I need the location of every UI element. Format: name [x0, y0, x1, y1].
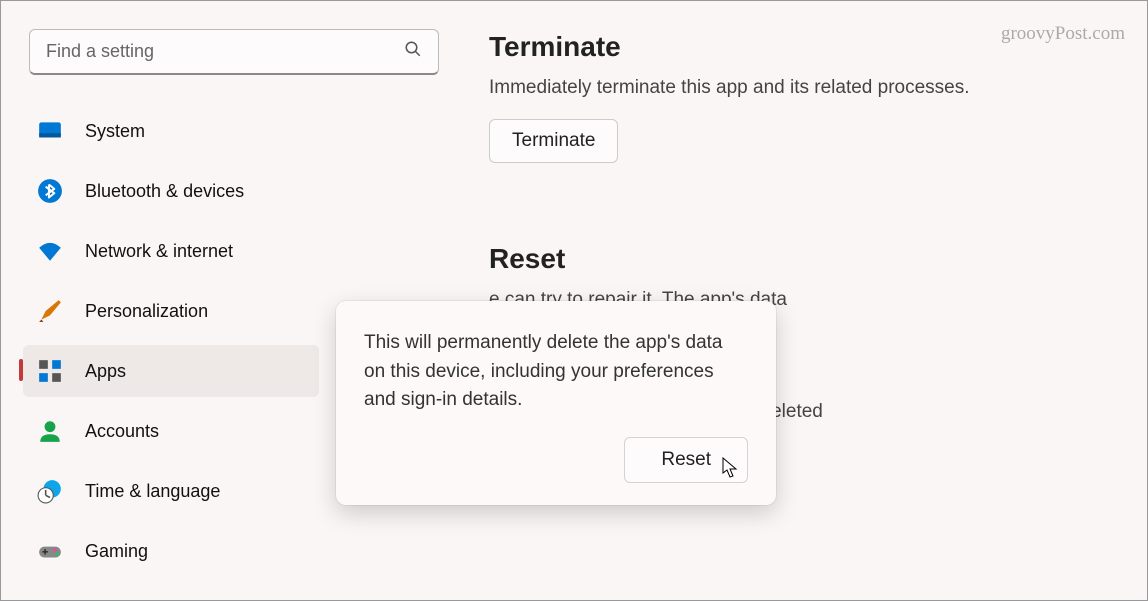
sidebar-item-label: Personalization: [85, 301, 208, 322]
sidebar-item-network[interactable]: Network & internet: [23, 225, 319, 277]
sidebar-item-label: Apps: [85, 361, 126, 382]
flyout-text: This will permanently delete the app's d…: [364, 329, 748, 415]
flyout-reset-button[interactable]: Reset: [624, 437, 748, 483]
sidebar-item-label: Time & language: [85, 481, 220, 502]
sidebar-item-label: System: [85, 121, 145, 142]
sidebar-item-label: Gaming: [85, 541, 148, 562]
clock-globe-icon: [37, 478, 63, 504]
sidebar-item-label: Bluetooth & devices: [85, 181, 244, 202]
watermark: groovyPost.com: [1001, 23, 1125, 45]
sidebar-item-apps[interactable]: Apps: [23, 345, 319, 397]
paintbrush-icon: [37, 298, 63, 324]
apps-icon: [37, 358, 63, 384]
system-icon: [37, 118, 63, 144]
sidebar: System Bluetooth & devices Network & int…: [19, 13, 319, 600]
gamepad-icon: [37, 538, 63, 564]
sidebar-item-time[interactable]: Time & language: [23, 465, 319, 517]
sidebar-item-accounts[interactable]: Accounts: [23, 405, 319, 457]
sidebar-item-personalization[interactable]: Personalization: [23, 285, 319, 337]
sidebar-item-system[interactable]: System: [23, 105, 319, 157]
reset-confirm-flyout: This will permanently delete the app's d…: [336, 301, 776, 505]
person-icon: [37, 418, 63, 444]
sidebar-item-gaming[interactable]: Gaming: [23, 525, 319, 577]
wifi-icon: [37, 238, 63, 264]
reset-title: Reset: [489, 243, 1107, 275]
sidebar-item-label: Accounts: [85, 421, 159, 442]
sidebar-item-label: Network & internet: [85, 241, 233, 262]
bluetooth-icon: [37, 178, 63, 204]
terminate-button[interactable]: Terminate: [489, 119, 618, 163]
sidebar-item-bluetooth[interactable]: Bluetooth & devices: [23, 165, 319, 217]
terminate-desc: Immediately terminate this app and its r…: [489, 77, 1107, 99]
